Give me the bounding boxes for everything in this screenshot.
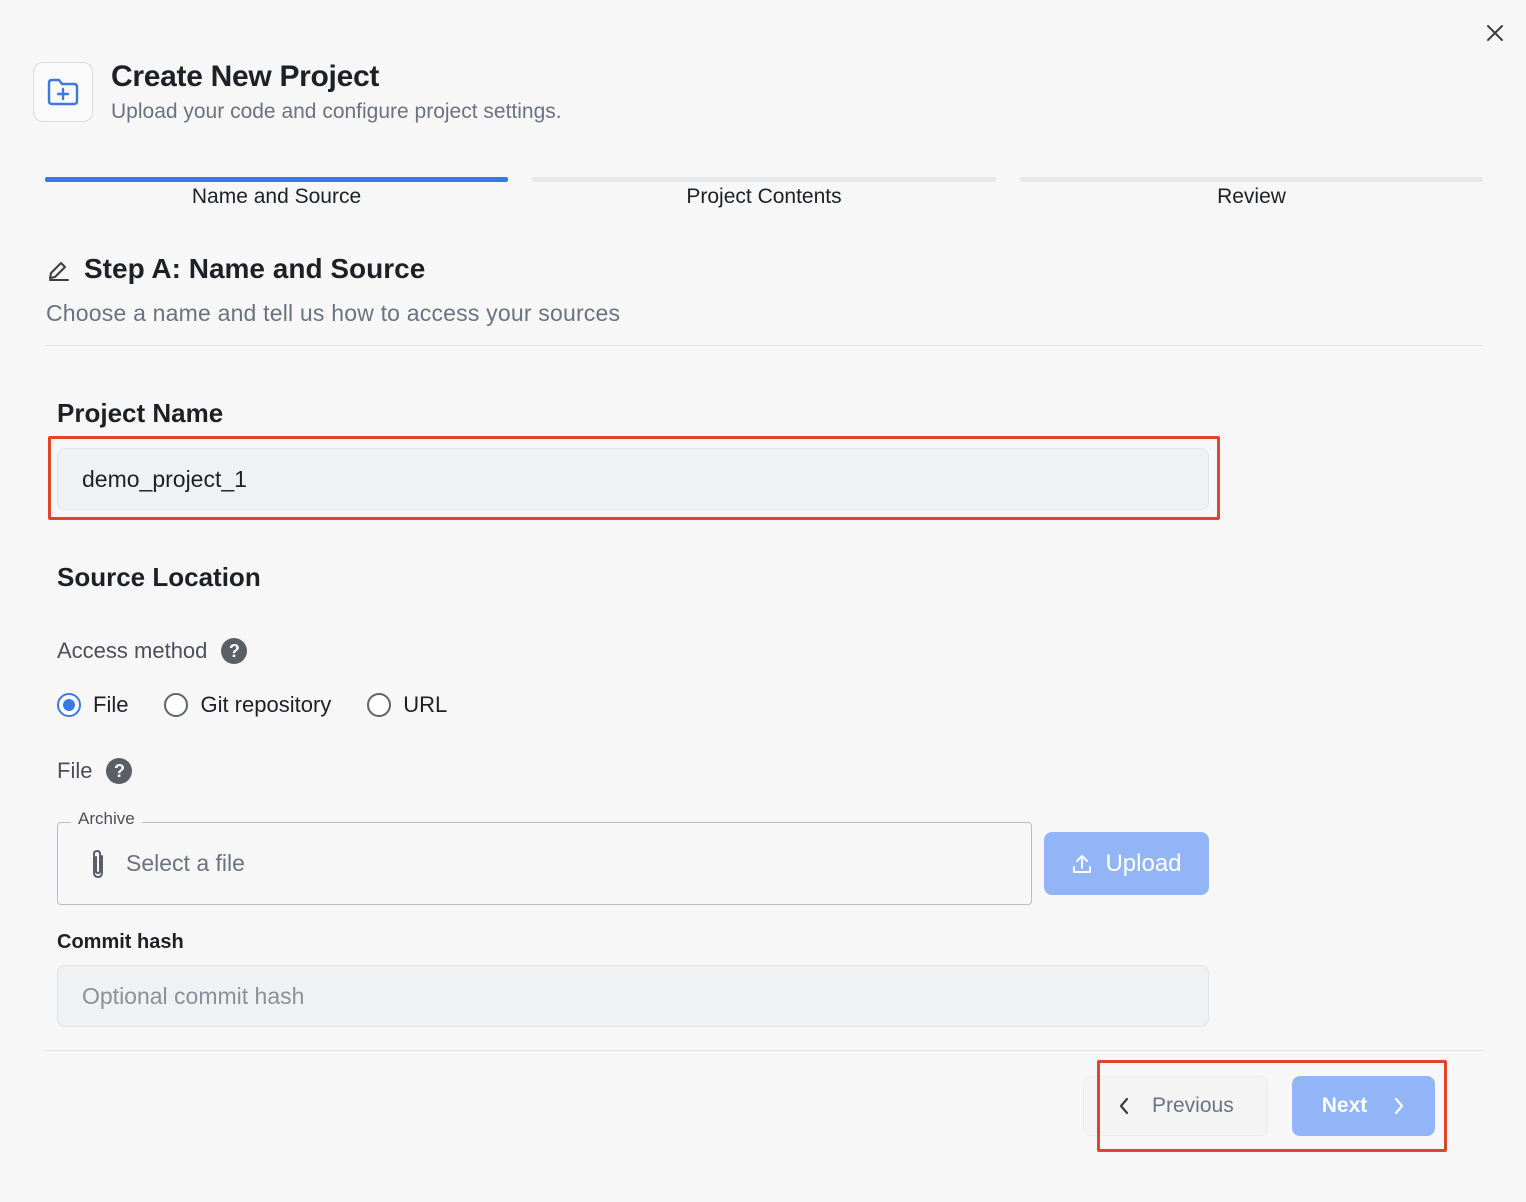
radio-url-indicator[interactable] [367, 693, 392, 717]
help-icon[interactable]: ? [221, 638, 248, 664]
upload-label: Upload [1105, 849, 1182, 877]
section-title: Step A: Name and Source [84, 253, 426, 284]
archive-placeholder: Select a file [126, 850, 245, 876]
file-label-row: File ? [57, 758, 133, 784]
project-name-label: Project Name [57, 398, 224, 428]
commit-hash-input[interactable] [57, 965, 1209, 1027]
tab-review[interactable]: Review [1020, 185, 1483, 209]
close-icon [1487, 25, 1503, 41]
header-icon-tile [33, 62, 93, 122]
section-description: Choose a name and tell us how to access … [46, 300, 621, 326]
previous-label: Previous [1152, 1094, 1234, 1117]
access-method-row: Access method ? [57, 638, 248, 664]
radio-file[interactable]: File [57, 692, 128, 718]
tab-name-and-source[interactable]: Name and Source [45, 185, 508, 209]
step-progress-bar-2 [532, 177, 996, 182]
project-name-input[interactable] [57, 448, 1209, 510]
radio-git-repository[interactable]: Git repository [164, 692, 331, 718]
paperclip-icon [93, 849, 103, 878]
access-method-label: Access method [57, 638, 208, 663]
footer-divider [45, 1050, 1483, 1051]
pencil-icon [49, 262, 69, 281]
radio-file-label: File [93, 692, 129, 717]
upload-button[interactable]: Upload [1044, 832, 1209, 895]
radio-git-repository-label: Git repository [200, 692, 332, 717]
radio-git-repository-indicator[interactable] [164, 693, 189, 717]
access-method-radio-group: File Git repository URL [57, 690, 483, 720]
radio-url[interactable]: URL [367, 692, 447, 718]
upload-icon [1073, 854, 1092, 873]
folder-plus-icon [47, 78, 79, 106]
help-icon[interactable]: ? [106, 758, 133, 784]
dialog-title: Create New Project [111, 60, 380, 93]
close-button[interactable] [1480, 18, 1510, 48]
section-divider [45, 345, 1483, 346]
previous-button[interactable]: Previous [1083, 1076, 1268, 1136]
source-location-title: Source Location [57, 562, 261, 592]
radio-file-indicator[interactable] [57, 693, 81, 717]
step-progress-bar-1 [45, 177, 508, 182]
chevron-left-icon [1119, 1097, 1129, 1115]
archive-file-picker[interactable]: Select a file [57, 822, 1032, 905]
radio-url-label: URL [403, 692, 448, 717]
file-label: File [57, 758, 93, 783]
archive-legend: Archive [71, 809, 142, 829]
chevron-right-icon [1395, 1097, 1404, 1115]
commit-hash-label: Commit hash [57, 931, 184, 953]
next-label: Next [1321, 1094, 1368, 1117]
next-button[interactable]: Next [1292, 1076, 1435, 1136]
step-progress-bar-3 [1020, 177, 1483, 182]
dialog-subtitle: Upload your code and configure project s… [111, 100, 562, 123]
tab-project-contents[interactable]: Project Contents [532, 185, 996, 209]
